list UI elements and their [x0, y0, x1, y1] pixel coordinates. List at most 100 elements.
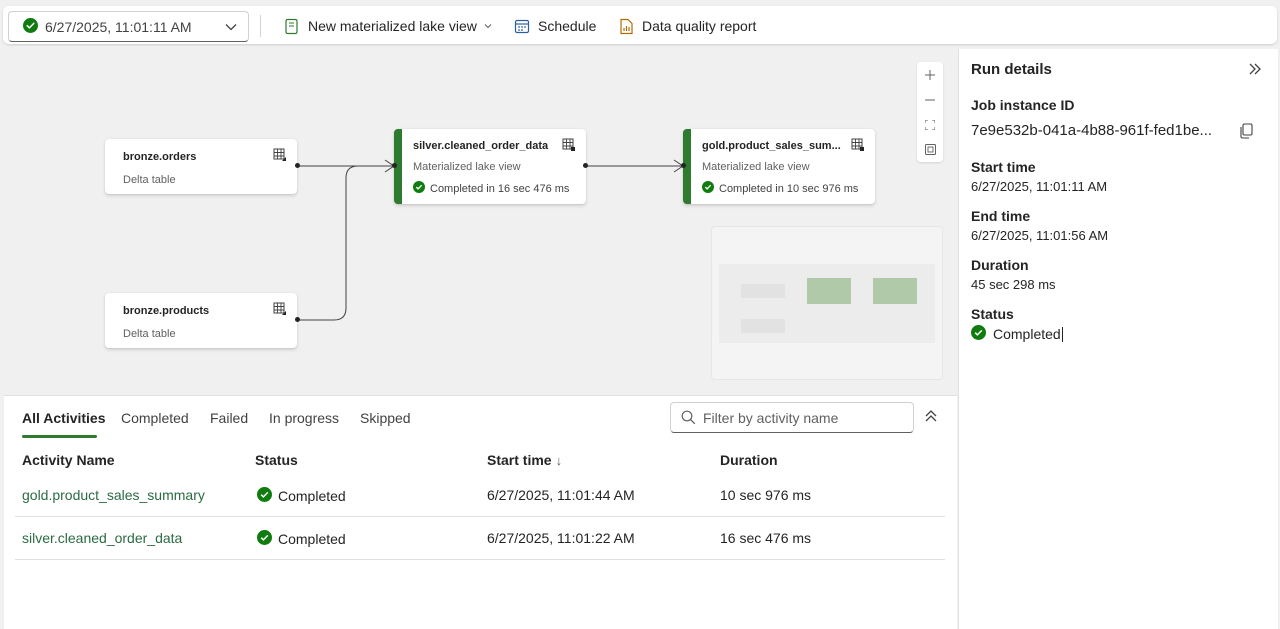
- lineage-node-bronze-orders[interactable]: bronze.orders Delta table: [105, 139, 300, 194]
- check-circle-icon: [702, 181, 714, 196]
- check-circle-icon: [971, 325, 986, 343]
- table-row: silver.cleaned_order_data Completed 6/27…: [15, 517, 945, 560]
- check-circle-icon: [413, 181, 425, 196]
- check-circle-icon: [257, 530, 272, 548]
- materialized-view-icon: [851, 138, 865, 157]
- column-header-activity-name[interactable]: Activity Name: [22, 452, 115, 468]
- node-status-text: Completed in 10 sec 976 ms: [719, 182, 859, 195]
- report-icon: [619, 18, 634, 35]
- activity-filter-input[interactable]: Filter by activity name: [670, 402, 914, 433]
- node-subtitle: Delta table: [123, 174, 176, 186]
- new-view-label: New materialized lake view: [308, 18, 477, 34]
- zoom-in-button[interactable]: [917, 62, 943, 87]
- input-port: [392, 163, 397, 168]
- minimap[interactable]: [711, 226, 943, 380]
- duration-value: 45 sec 298 ms: [971, 277, 1056, 292]
- column-header-status[interactable]: Status: [255, 452, 298, 468]
- lineage-node-bronze-products[interactable]: bronze.products Delta table: [105, 293, 300, 348]
- input-port: [681, 163, 686, 168]
- node-title: bronze.products: [123, 305, 210, 317]
- node-status: Completed in 10 sec 976 ms: [702, 181, 858, 196]
- fit-screen-icon: [924, 117, 936, 133]
- node-title: bronze.orders: [123, 151, 197, 163]
- run-selector-value: 6/27/2025, 11:01:11 AM: [45, 18, 192, 35]
- start-time-value: 6/27/2025, 11:01:11 AM: [971, 179, 1108, 194]
- activity-name-link[interactable]: silver.cleaned_order_data: [22, 530, 182, 546]
- schedule-label: Schedule: [538, 18, 597, 34]
- run-details-panel: Run details Job instance ID 7e9e532b-041…: [958, 49, 1278, 629]
- double-chevron-up-icon: [925, 410, 937, 422]
- activity-status-text: Completed: [278, 488, 346, 504]
- minimap-node: [873, 278, 917, 304]
- node-subtitle: Materialized lake view: [702, 161, 810, 173]
- copy-icon: [1240, 123, 1253, 139]
- minus-icon: [925, 92, 935, 108]
- calendar-icon: [514, 18, 530, 34]
- table-row: gold.product_sales_summary Completed 6/2…: [15, 474, 945, 517]
- tab-skipped[interactable]: Skipped: [360, 410, 411, 426]
- filter-placeholder: Filter by activity name: [703, 409, 839, 426]
- activity-duration: 16 sec 476 ms: [720, 530, 812, 546]
- sort-descending-icon: ↓: [555, 452, 563, 468]
- panel-title: Run details: [971, 61, 1052, 78]
- node-status: Completed in 16 sec 476 ms: [413, 181, 569, 196]
- node-subtitle: Materialized lake view: [413, 161, 521, 173]
- fit-to-screen-button[interactable]: [917, 112, 943, 137]
- lineage-node-silver-cleaned-order-data[interactable]: silver.cleaned_order_data Materialized l…: [392, 129, 588, 204]
- dq-report-label: Data quality report: [642, 18, 757, 34]
- output-port: [295, 317, 300, 322]
- lineage-canvas[interactable]: bronze.orders Delta table bronze.product…: [4, 49, 957, 394]
- copy-button[interactable]: [1240, 123, 1253, 144]
- run-status-text: Completed: [993, 326, 1061, 342]
- text-cursor: [1061, 326, 1063, 342]
- minimap-toggle-button[interactable]: [917, 137, 943, 162]
- node-title: silver.cleaned_order_data: [413, 140, 549, 152]
- activity-name-link[interactable]: gold.product_sales_summary: [22, 487, 205, 503]
- minimap-icon: [924, 142, 936, 158]
- lineage-node-gold-product-sales-summary[interactable]: gold.product_sales_sum... Materialized l…: [681, 129, 875, 204]
- run-status: Completed: [971, 325, 1063, 343]
- end-time-value: 6/27/2025, 11:01:56 AM: [971, 228, 1109, 243]
- column-header-duration[interactable]: Duration: [720, 452, 778, 468]
- tab-completed[interactable]: Completed: [121, 410, 189, 426]
- tab-all-activities[interactable]: All Activities: [22, 410, 106, 426]
- table-icon: [273, 148, 287, 167]
- tab-in-progress[interactable]: In progress: [269, 410, 339, 426]
- collapse-panel-button[interactable]: [1248, 62, 1262, 81]
- minimap-node: [741, 284, 785, 298]
- materialized-view-icon: [562, 138, 576, 157]
- new-materialized-lake-view-button[interactable]: New materialized lake view: [284, 12, 493, 40]
- schedule-button[interactable]: Schedule: [514, 12, 596, 40]
- zoom-out-button[interactable]: [917, 87, 943, 112]
- column-header-start-time[interactable]: Start time ↓: [487, 452, 562, 468]
- chevron-down-icon: [224, 20, 238, 37]
- column-header-label: Start time: [487, 452, 552, 468]
- table-icon: [273, 302, 287, 321]
- new-view-icon: [284, 18, 300, 35]
- activity-duration: 10 sec 976 ms: [720, 487, 812, 503]
- search-icon: [681, 410, 696, 425]
- activity-start-time: 6/27/2025, 11:01:44 AM: [487, 487, 635, 503]
- toolbar: 6/27/2025, 11:01:11 AM New materialized …: [3, 6, 1277, 44]
- activity-status-text: Completed: [278, 531, 346, 547]
- plus-icon: [925, 67, 935, 83]
- output-port: [583, 163, 588, 168]
- run-selector-dropdown[interactable]: 6/27/2025, 11:01:11 AM: [8, 11, 249, 42]
- check-circle-icon: [257, 487, 272, 505]
- output-port: [295, 163, 300, 168]
- activity-status: Completed: [257, 487, 346, 505]
- collapse-pane-button[interactable]: [924, 409, 938, 428]
- check-circle-icon: [23, 17, 38, 36]
- status-label: Status: [971, 306, 1014, 322]
- chevron-down-icon: [483, 21, 493, 31]
- end-time-label: End time: [971, 208, 1031, 224]
- data-quality-report-button[interactable]: Data quality report: [619, 12, 756, 40]
- toolbar-divider: [260, 15, 261, 37]
- activity-start-time: 6/27/2025, 11:01:22 AM: [487, 530, 635, 546]
- node-subtitle: Delta table: [123, 328, 176, 340]
- activity-status: Completed: [257, 530, 346, 548]
- double-chevron-right-icon: [1249, 63, 1261, 75]
- tab-failed[interactable]: Failed: [210, 410, 248, 426]
- active-tab-indicator: [22, 435, 97, 438]
- job-id-label: Job instance ID: [971, 97, 1075, 113]
